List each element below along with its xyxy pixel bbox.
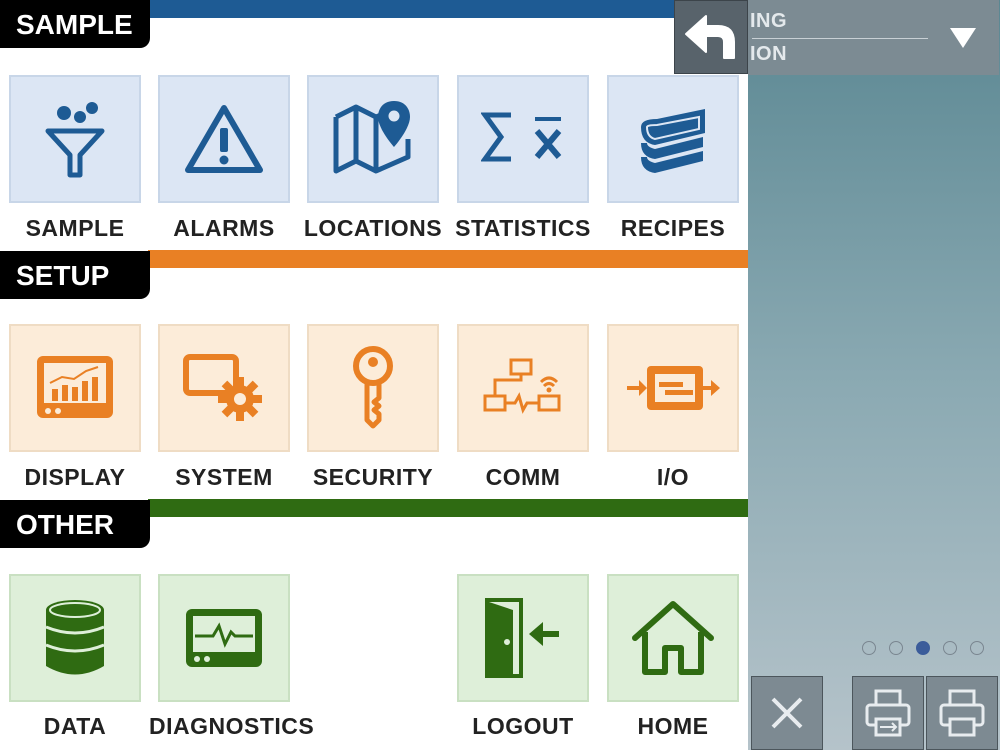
sample-section-bar [148,0,748,18]
books-icon [641,109,705,173]
display-tile-label: DISPLAY [24,464,126,490]
security-tile-label: SECURITY [312,464,434,490]
sample-tile-label: SAMPLE [25,215,125,241]
printer-icon [939,689,985,737]
usb-printer-icon [865,689,911,737]
setup-section-bar [148,250,748,268]
locations-tile-label: LOCATIONS [303,215,443,241]
page-dot-1[interactable] [862,641,876,655]
security-tile[interactable] [307,324,439,452]
back-arrow-icon [685,15,735,59]
home-tile[interactable] [607,574,739,702]
io-tile-label: I/O [656,464,690,490]
comm-tile-label: COMM [485,464,561,490]
home-icon [632,601,714,675]
logout-door-icon [485,598,559,678]
system-tile-label: SYSTEM [175,464,273,490]
page-dot-4[interactable] [943,641,957,655]
key-icon [353,346,393,429]
other-section-label: OTHER [0,500,150,548]
status-line-2: ION [750,43,788,65]
home-tile-label: HOME [637,713,709,739]
right-panel [748,0,1000,750]
system-gear-icon [183,354,262,421]
close-button[interactable] [751,676,823,750]
diagnostics-tile[interactable] [158,574,290,702]
locations-tile[interactable] [307,75,439,203]
warning-icon [185,105,263,173]
status-divider [752,38,928,39]
io-arrows-icon [627,366,720,410]
data-tile[interactable] [9,574,141,702]
diagnostics-monitor-icon [186,609,262,667]
logout-tile[interactable] [457,574,589,702]
page-dot-2[interactable] [889,641,903,655]
recipes-tile[interactable] [607,75,739,203]
status-line-1: ING [750,10,788,32]
map-pin-icon [333,101,411,174]
diagnostics-tile-label: DIAGNOSTICS [149,713,315,739]
comm-tile[interactable] [457,324,589,452]
io-tile[interactable] [607,324,739,452]
triangle-down-icon[interactable] [950,28,976,48]
sample-tile[interactable] [9,75,141,203]
setup-section-label: SETUP [0,251,150,299]
alarms-tile[interactable] [158,75,290,203]
database-icon [45,600,105,675]
display-tile[interactable] [9,324,141,452]
funnel-icon [45,102,105,178]
system-tile[interactable] [158,324,290,452]
data-tile-label: DATA [43,713,107,739]
usb-print-button[interactable] [852,676,924,750]
display-chart-icon [37,356,113,418]
statistics-tile[interactable] [457,75,589,203]
alarms-tile-label: ALARMS [173,215,275,241]
statistics-tile-label: STATISTICS [455,215,591,241]
print-button[interactable] [926,676,998,750]
recipes-tile-label: RECIPES [620,215,726,241]
logout-tile-label: LOGOUT [472,713,574,739]
page-dot-3[interactable] [916,641,930,655]
sample-section-label: SAMPLE [0,0,150,48]
back-button[interactable] [674,0,748,74]
page-dot-5[interactable] [970,641,984,655]
sigma-xbar-icon [481,112,562,162]
network-icon [483,358,561,414]
other-section-bar [148,499,748,517]
close-icon [771,697,803,729]
